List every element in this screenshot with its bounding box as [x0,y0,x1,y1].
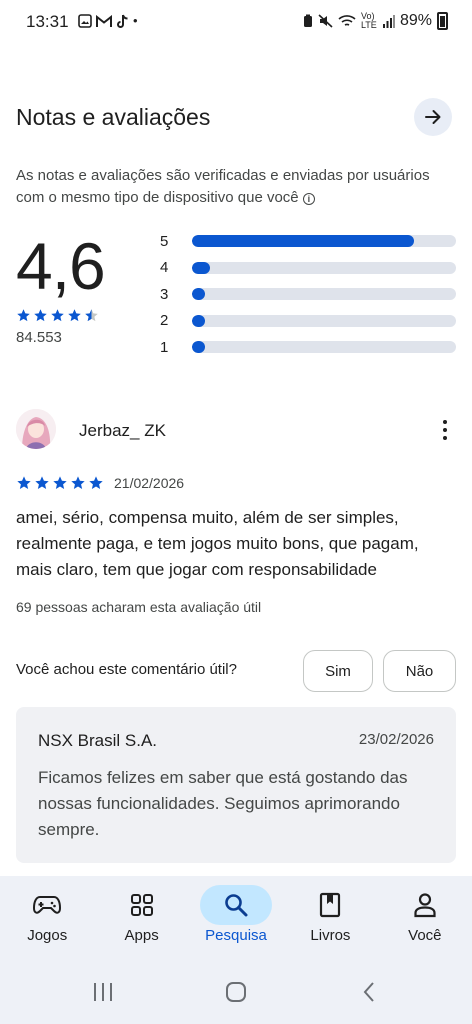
star-icon [53,476,67,489]
nav-item-you[interactable]: Você [378,876,472,960]
histogram-row: 1 [160,334,456,361]
mute-icon [318,14,333,28]
more-options-button[interactable] [434,415,456,445]
status-time: 13:31 [26,12,69,31]
developer-reply-text: Ficamos felizes em saber que está gostan… [38,768,408,839]
recent-apps-icon [94,983,112,1001]
arrow-right-icon [425,110,441,124]
helpful-no-button[interactable]: Não [383,650,456,692]
star-icon [17,309,30,322]
histogram-fill [192,261,211,274]
recent-apps-button[interactable] [88,980,118,1004]
total-reviews-count: 84.553 [16,329,62,346]
histogram-label: 4 [160,259,169,277]
signal-icon [382,14,395,28]
histogram-label: 3 [160,285,169,303]
person-icon [414,893,436,918]
star-icon [35,476,49,489]
book-icon [320,892,341,918]
histogram-fill [192,288,206,301]
review-text[interactable]: amei, sério, compensa muito, além de ser… [16,505,456,583]
histogram-track [192,235,456,248]
histogram-label: 2 [160,312,169,330]
home-icon [226,982,246,1002]
status-right-icons: Vo) LTE 89% [303,12,448,30]
histogram-row: 4 [160,255,456,282]
battery-saver-icon [303,14,312,27]
see-all-ratings-button[interactable] [414,98,452,136]
gallery-notification-icon [78,14,92,28]
star-icon [89,476,103,489]
helpful-count: 69 pessoas acharam esta avaliação útil [16,599,262,615]
battery-icon [437,12,448,30]
rating-histogram: 5 4 3 2 1 [160,228,456,361]
developer-reply: NSX Brasil S.A. 23/02/2026 Ficamos feliz… [16,707,456,863]
info-icon[interactable]: i [302,193,315,205]
ratings-disclaimer: As notas e avaliações são verificadas e … [16,165,456,209]
volte-label: Vo) LTE [360,11,377,30]
nav-item-apps[interactable]: Apps [94,876,188,960]
nav-item-search[interactable]: Pesquisa [189,876,283,960]
review-card: Jerbaz_ ZK 21/02/2026 amei, sério, compe… [16,405,456,615]
helpful-yes-button[interactable]: Sim [303,650,373,692]
nav-label-apps: Apps [124,927,159,944]
star-icon [85,309,98,322]
gamepad-icon [33,896,62,914]
histogram-fill [192,341,206,354]
nav-label-games: Jogos [27,927,68,944]
more-notifications-dot-icon: • [133,13,138,28]
apps-grid-icon [130,894,153,916]
histogram-track [192,261,456,274]
battery-percent: 89% [399,12,432,29]
histogram-track [192,341,456,354]
feedback-row: Você achou este comentário útil? Sim Não [16,650,456,692]
rating-summary: 4,6 84.553 [16,228,156,346]
search-icon [225,894,248,917]
histogram-fill [192,314,206,327]
reviewer-name: Jerbaz_ ZK [79,421,166,440]
review-date: 21/02/2026 [114,475,185,491]
developer-reply-date: 23/02/2026 [358,731,434,748]
system-navigation-bar [0,960,472,1024]
star-icon [71,476,85,489]
review-meta: 21/02/2026 [16,475,456,491]
histogram-label: 5 [160,232,169,250]
feedback-question: Você achou este comentário útil? [16,661,237,678]
developer-name: NSX Brasil S.A. [38,731,158,750]
star-icon [51,309,64,322]
nav-label-search: Pesquisa [205,927,267,944]
reviewer-row: Jerbaz_ ZK [16,405,456,455]
nav-label-you: Você [408,927,442,944]
histogram-row: 2 [160,308,456,335]
nav-label-books: Livros [310,927,351,944]
gmail-notification-icon [96,14,112,27]
star-icon [34,309,47,322]
disclaimer-text: As notas e avaliações são verificadas e … [16,167,430,206]
star-icon [17,476,31,489]
histogram-fill [192,235,414,248]
histogram-label: 1 [160,338,169,356]
notification-icons: • [78,13,138,29]
section-title: Notas e avaliações [16,104,211,130]
nav-item-games[interactable]: Jogos [0,876,94,960]
back-button[interactable] [356,980,382,1004]
home-button[interactable] [222,980,250,1004]
star-icon [68,309,81,322]
nav-item-books[interactable]: Livros [283,876,377,960]
tiktok-notification-icon [117,14,128,28]
review-stars [16,475,104,491]
histogram-track [192,314,456,327]
average-rating: 4,6 [16,229,106,303]
ratings-header: Notas e avaliações [16,96,456,140]
avatar [16,409,56,449]
average-stars [16,308,156,323]
back-icon [363,982,374,1002]
status-bar: 13:31 • Vo) LTE 89% [0,0,472,44]
histogram-row: 5 [160,228,456,255]
histogram-track [192,288,456,301]
wifi-icon [338,15,356,26]
bottom-navigation: Jogos Apps Pesquisa Livros Você [0,876,472,960]
histogram-row: 3 [160,281,456,308]
more-vert-icon [442,419,448,425]
